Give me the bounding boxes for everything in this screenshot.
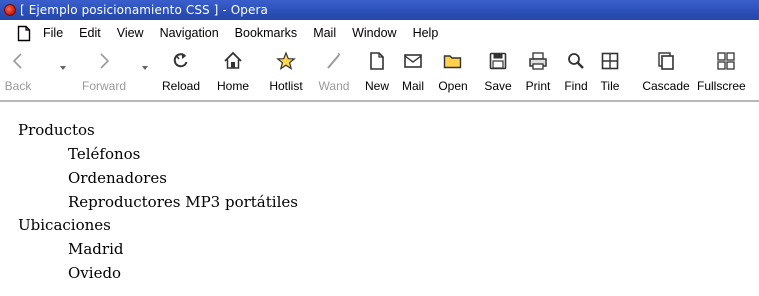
wand-button[interactable]: Wand [314,50,354,98]
menu-bookmarks[interactable]: Bookmarks [227,26,306,40]
window-title: [ Ejemplo posicionamiento CSS ] - Opera [20,3,268,17]
menu-help[interactable]: Help [405,26,447,40]
star-icon [276,51,296,70]
page-content: Productos Teléfonos Ordenadores Reproduc… [0,104,759,296]
menu-window[interactable]: Window [344,26,404,40]
section-title-productos: Productos [18,121,95,139]
menu-view[interactable]: View [109,26,152,40]
new-label: New [364,79,389,93]
forward-label: Forward [81,79,126,93]
print-button[interactable]: Print [521,50,555,98]
home-button[interactable]: Home [211,50,255,98]
find-label: Find [564,79,588,93]
hotlist-button[interactable]: Hotlist [260,50,312,98]
list-item: Ordenadores [68,169,167,187]
open-label: Open [438,79,468,93]
forward-history-chevron-icon[interactable] [142,66,148,70]
back-history-chevron-icon[interactable] [60,66,66,70]
opera-logo-icon [4,4,16,16]
floppy-disk-icon [489,52,507,70]
list-item: Madrid [68,240,124,258]
home-label: Home [216,79,249,93]
tile-button[interactable]: Tile [596,50,624,98]
print-label: Print [525,79,551,93]
folder-icon [443,55,462,69]
menu-mail[interactable]: Mail [305,26,344,40]
new-page-icon [370,52,384,70]
back-arrow-icon [12,53,22,69]
menu-bar: File Edit View Navigation Bookmarks Mail… [0,20,759,46]
section-title-ubicaciones: Ubicaciones [18,216,111,234]
menu-edit[interactable]: Edit [71,26,109,40]
wand-icon [327,52,341,69]
save-button[interactable]: Save [480,50,516,98]
tile-label: Tile [600,79,620,93]
magnifier-icon [568,53,584,69]
back-button[interactable]: Back [2,50,34,98]
fullscreen-label: Fullscree [697,79,746,93]
list-item: Oviedo [68,264,122,282]
printer-icon [529,52,547,70]
hotlist-label: Hotlist [269,79,303,93]
menu-navigation[interactable]: Navigation [152,26,227,40]
open-button[interactable]: Open [433,50,473,98]
menu-file[interactable]: File [35,26,71,40]
reload-button[interactable]: Reload [157,50,205,98]
forward-button[interactable]: Forward [76,50,132,98]
tile-icon [601,52,619,70]
home-icon [224,51,242,69]
fullscreen-button[interactable]: Fullscree [697,50,759,98]
wand-label: Wand [318,79,350,93]
new-button[interactable]: New [360,50,394,98]
reload-icon [173,53,188,68]
save-label: Save [484,79,512,93]
fullscreen-icon [717,52,735,70]
window-titlebar[interactable]: [ Ejemplo posicionamiento CSS ] - Opera [0,0,759,20]
list-item: Reproductores MP3 portátiles [68,193,298,211]
back-label: Back [4,79,32,93]
page-icon[interactable] [17,25,31,42]
cascade-icon [658,52,674,70]
main-toolbar: Back Forward Reload Home Hotlist Wand Ne… [0,46,759,102]
mail-button[interactable]: Mail [397,50,429,98]
mail-label: Mail [401,79,424,93]
cascade-button[interactable]: Cascade [638,50,694,98]
envelope-icon [404,54,422,68]
list-item: Teléfonos [68,145,141,163]
cascade-label: Cascade [642,79,690,93]
find-button[interactable]: Find [560,50,592,98]
forward-arrow-icon [100,53,110,69]
reload-label: Reload [161,79,201,93]
